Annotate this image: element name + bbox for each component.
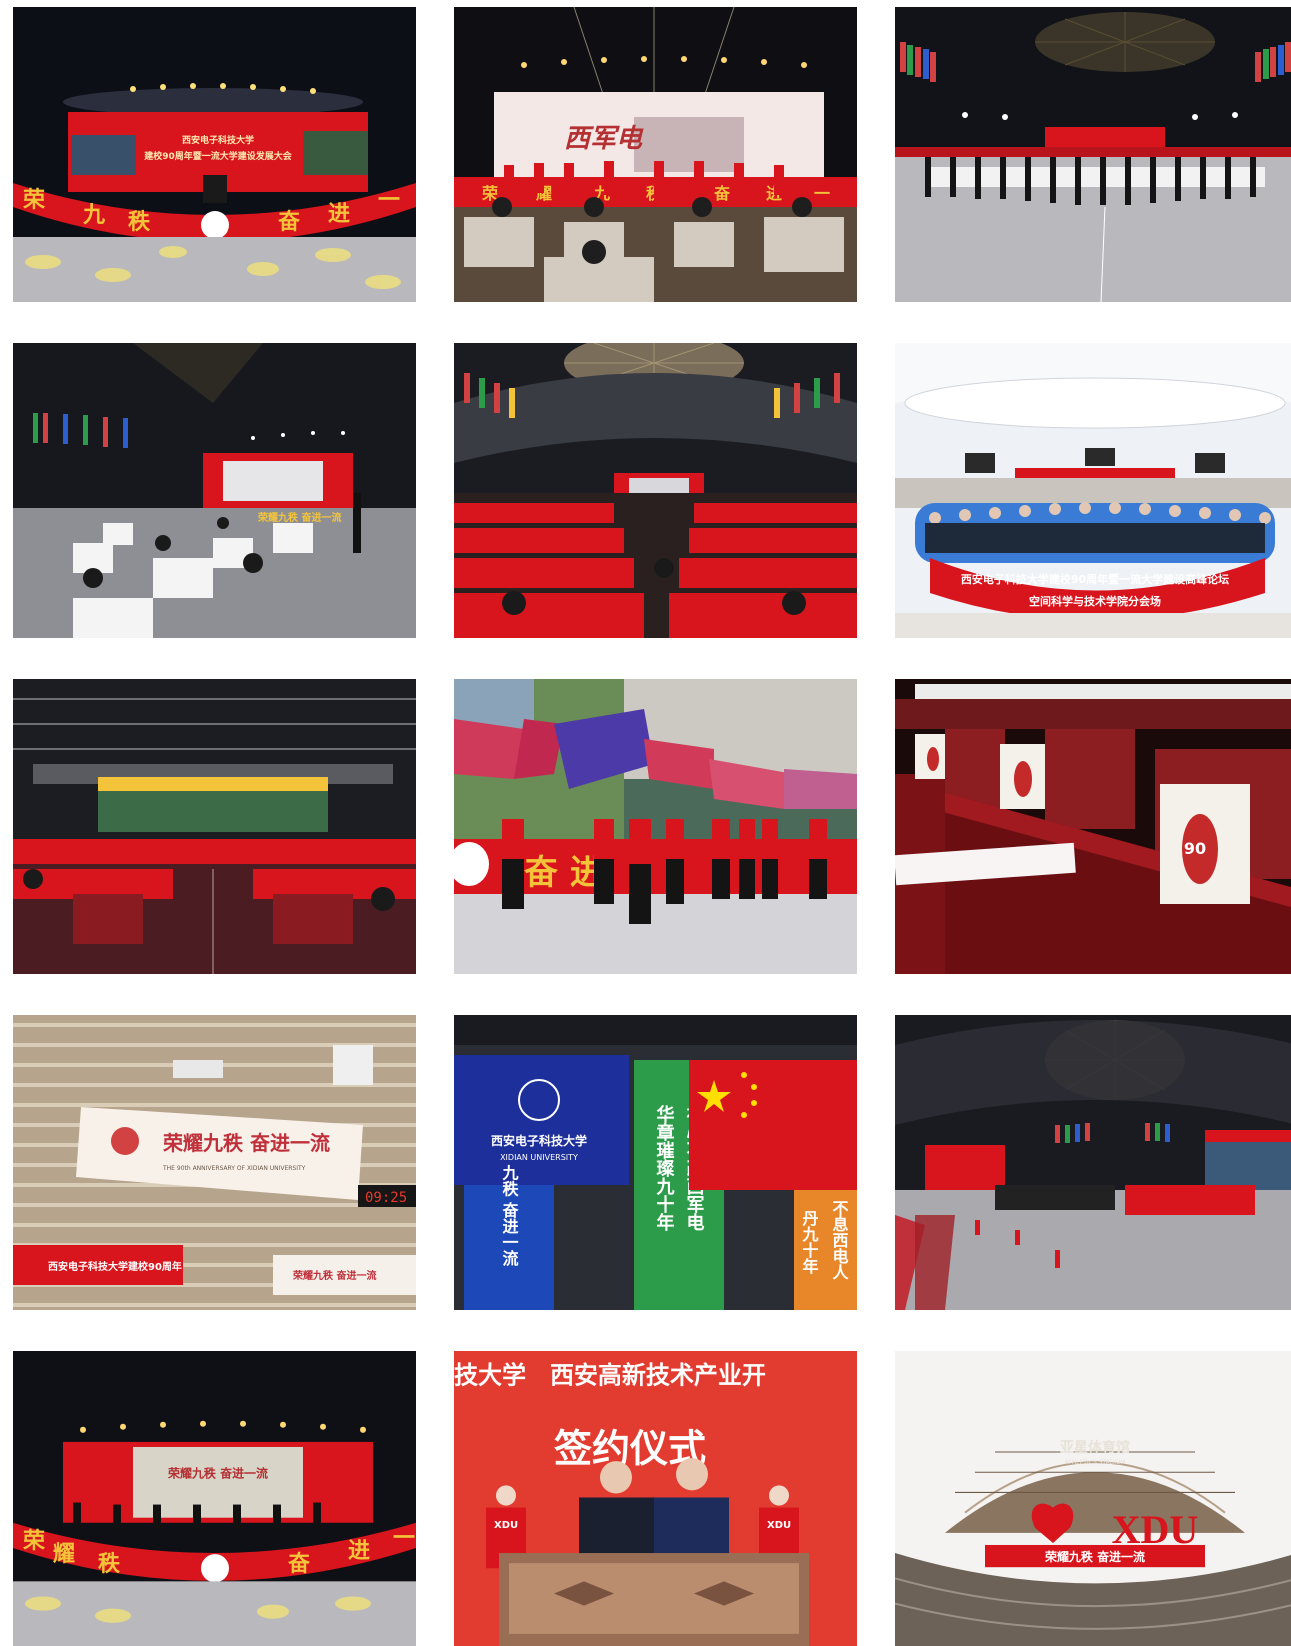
svg-text:奋: 奋 [713,184,731,203]
stadium-sign: 亚星体育馆 [1060,1439,1130,1456]
slogan-banner-sub: THE 90th ANNIVERSARY OF XIDIAN UNIVERSIT… [162,1165,306,1172]
photo-forum-hall-group[interactable]: 西安电子科技大学建校90周年暨一流大学建设高峰论坛 空间科学与技术学院分会场 [895,343,1291,638]
photo-arena-wide-view[interactable] [895,1015,1291,1310]
svg-text:进: 进 [348,1538,370,1564]
svg-text:一: 一 [378,188,400,213]
slogan-banner: 荣耀九秩 奋进一流 [162,1131,330,1155]
svg-text:进: 进 [328,202,350,227]
photo-hanging-flags[interactable]: 西安电子科技大学 XIDIAN UNIVERSITY 九秩 奋进一流 华章璀璨九… [454,1015,857,1310]
signing-header: 技大学 西安高新技术产业开 [454,1361,766,1389]
orange-banner-2: 丹九十年 [800,1210,820,1275]
photo-stage-award-ceremony[interactable]: 荣耀九秩 奋进一流 荣 耀 秩 奋 进 一 [13,1351,416,1646]
svg-text:一: 一 [393,1525,415,1551]
photo-flag-performance[interactable]: 奋 进 [454,679,857,974]
screen-slogan: 荣耀九秩 奋进一流 [167,1465,268,1480]
forum-banner-line2: 空间科学与技术学院分会场 [1029,594,1161,608]
photo-stage-main-banner[interactable]: 西安电子科技大学 建校90周年暨一流大学建设发展大会 荣 九 秩 奋 进 一 [13,7,416,302]
photo-hall-banner-slogan[interactable]: 荣耀九秩 奋进一流 THE 90th ANNIVERSARY OF XIDIAN… [13,1015,416,1310]
orange-banner: 不息西电人 [830,1200,849,1280]
banner-line1: 西安电子科技大学 [182,134,254,146]
blue-banner: 九秩 奋进一流 [500,1164,520,1267]
photo-signing-ceremony[interactable]: 技大学 西安高新技术产业开 签约仪式 XDU XDU [454,1351,857,1646]
stage-slogan: 奋 进 [524,853,604,893]
flag-name-en: XIDIAN UNIVERSITY [500,1153,578,1162]
banner-line2: 建校90周年暨一流大学建设发展大会 [144,150,293,162]
svg-text:荣: 荣 [22,187,45,213]
photo-arena-stage-screen-audience[interactable] [13,679,416,974]
svg-text:耀: 耀 [53,1541,75,1567]
photo-arena-red-audience[interactable] [454,343,857,638]
svg-text:秩: 秩 [98,1551,121,1577]
lower-banner-left: 西安电子科技大学建校90周年 [48,1260,182,1273]
hall-clock: 09:25 [365,1190,407,1206]
photo-stadium-exterior[interactable]: 亚星体育馆 ATHLETICS STADIUM XDU 荣耀九秩 奋进一流 [895,1351,1291,1646]
svg-text:奋: 奋 [287,1551,311,1577]
floor-slogan: 荣耀九秩 奋进一流 [257,511,341,524]
stadium-sign-sub: ATHLETICS STADIUM [1064,1459,1125,1466]
svg-text:一: 一 [814,184,830,203]
forum-banner-line1: 西安电子科技大学建校90周年暨一流大学建设高峰论坛 [961,572,1229,586]
screen-calligraphy: 西军电 [564,124,644,154]
svg-text:奋: 奋 [277,210,301,235]
photo-table-gift-bags[interactable]: 90 [895,679,1291,974]
svg-text:九: 九 [82,203,105,228]
flag-name-cn: 西安电子科技大学 [491,1133,587,1148]
green-banner: 华章璀璨九十年 [654,1104,676,1232]
svg-text:秩: 秩 [128,210,151,235]
photo-stage-performance[interactable]: 西军电 荣耀 九秩 奋进 一 [454,7,857,302]
svg-text:荣: 荣 [22,1528,46,1554]
photo-arena-dignitaries-standing[interactable] [895,7,1291,302]
gift-bag-number: 90 [1184,839,1206,858]
photo-gallery: 西安电子科技大学 建校90周年暨一流大学建设发展大会 荣 九 秩 奋 进 一 西… [0,0,1291,1646]
lower-banner-right: 荣耀九秩 奋进一流 [292,1269,376,1282]
badge-right: XDU [767,1520,791,1531]
photo-arena-sofa-seating[interactable]: 荣耀九秩 奋进一流 [13,343,416,638]
stadium-slogan: 荣耀九秩 奋进一流 [1044,1549,1145,1564]
badge-left: XDU [494,1520,518,1531]
